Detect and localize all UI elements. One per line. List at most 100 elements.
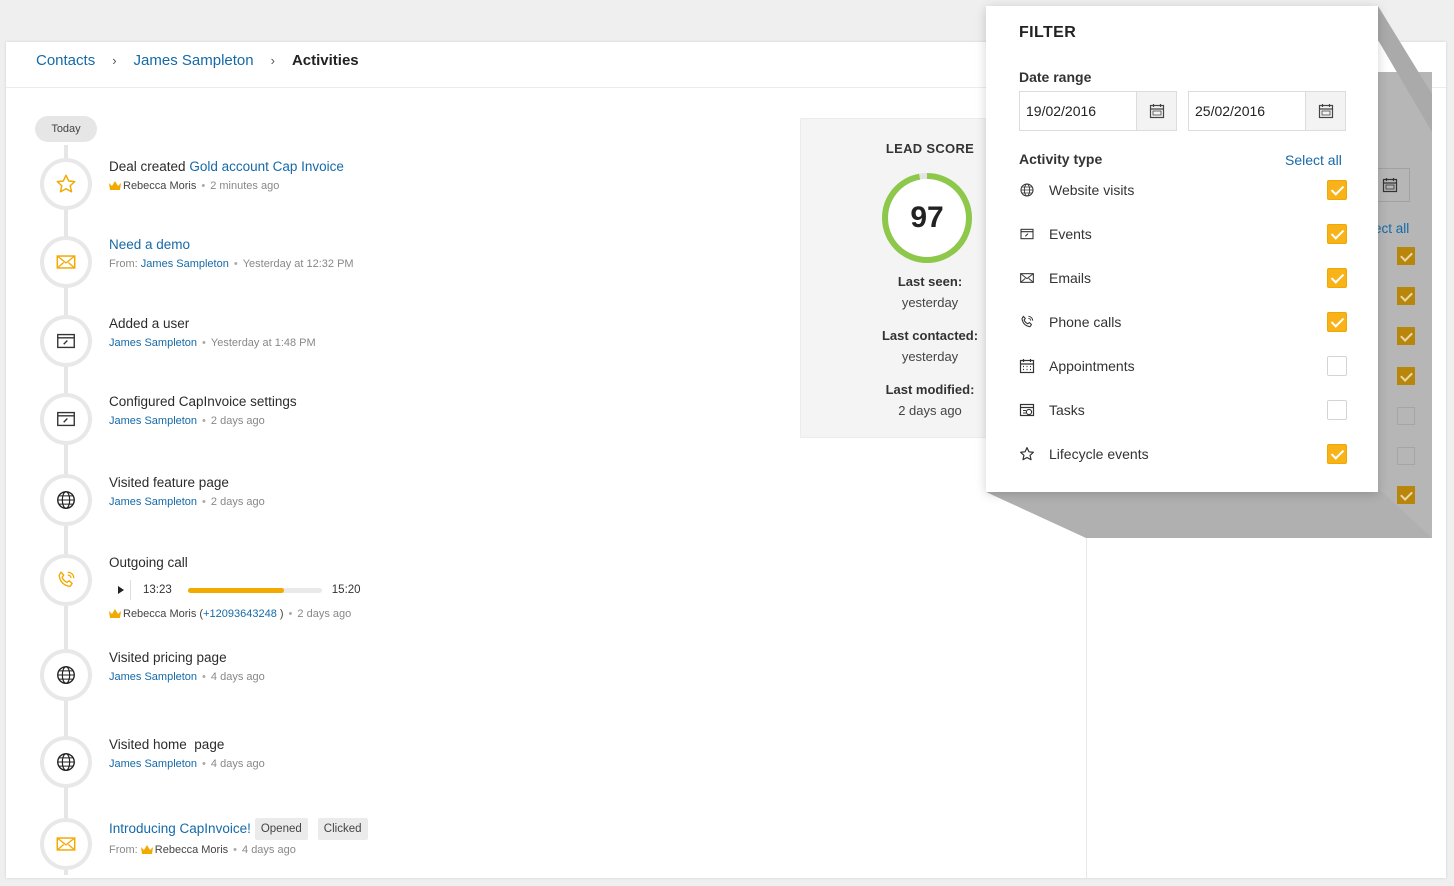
filter-title: FILTER	[1019, 24, 1077, 41]
phone-icon	[1019, 314, 1035, 330]
activity-time: 2 days ago	[210, 415, 265, 427]
activity-time: Yesterday at 12:32 PM	[242, 258, 354, 270]
filter-checkbox[interactable]	[1327, 268, 1347, 288]
activity-owner[interactable]: James Sampleton	[109, 415, 197, 427]
calendar-icon	[1318, 104, 1333, 119]
globe-icon	[40, 474, 92, 526]
activity-title: Configured CapInvoice settings	[109, 394, 297, 409]
email-subject-link[interactable]: Introducing CapInvoice!	[109, 821, 251, 836]
call-duration: 15:20	[331, 584, 361, 596]
lead-score-value: 97	[910, 201, 944, 234]
activity-time: 4 days ago	[242, 844, 296, 856]
filter-checkbox[interactable]	[1327, 356, 1347, 376]
date-from-field	[1019, 91, 1177, 131]
calendar-icon	[1019, 358, 1035, 374]
envelope-icon	[40, 236, 92, 288]
date-to-calendar-button[interactable]	[1305, 92, 1345, 130]
breadcrumb-current: Activities	[291, 51, 359, 69]
call-elapsed: 13:23	[143, 584, 172, 596]
ghost-checkbox	[1397, 367, 1415, 385]
activity-owner[interactable]: Rebecca Moris	[155, 844, 228, 856]
filter-row-tasks[interactable]: Tasks	[1019, 398, 1347, 422]
filter-row-phone-calls[interactable]: Phone calls	[1019, 310, 1347, 334]
filter-label: Emails	[1049, 270, 1092, 286]
event-icon	[40, 315, 92, 367]
activity-time: 4 days ago	[210, 671, 265, 683]
call-player: 13:23 15:20	[111, 580, 809, 600]
date-range-label: Date range	[1019, 69, 1092, 85]
activity-owner[interactable]: James Sampleton	[109, 337, 197, 349]
from-label: From:	[109, 258, 138, 270]
call-progress-fill	[187, 587, 285, 593]
play-button[interactable]	[111, 580, 131, 600]
filter-label: Website visits	[1049, 182, 1135, 198]
filter-checkbox[interactable]	[1327, 224, 1347, 244]
event-icon	[1019, 226, 1035, 242]
activity-owner[interactable]: James Sampleton	[109, 758, 197, 770]
filter-row-events[interactable]: Events	[1019, 222, 1347, 246]
call-progress-bar[interactable]	[187, 587, 322, 593]
filter-row-website-visits[interactable]: Website visits	[1019, 178, 1347, 202]
event-icon	[40, 393, 92, 445]
meta-dot: •	[233, 844, 238, 856]
filter-label: Lifecycle events	[1049, 446, 1149, 462]
meta-dot: •	[288, 608, 293, 620]
calendar-icon	[1149, 104, 1164, 119]
crown-icon	[109, 607, 121, 623]
phone-number-link[interactable]: +12093643248	[203, 608, 277, 620]
activity-time: 2 days ago	[210, 496, 265, 508]
phone-icon	[40, 554, 92, 606]
email-subject-link[interactable]: Need a demo	[109, 237, 190, 252]
date-from-calendar-button[interactable]	[1136, 92, 1176, 130]
filter-row-lifecycle-events[interactable]: Lifecycle events	[1019, 442, 1347, 466]
ghost-checkbox	[1397, 447, 1415, 465]
activity-owner[interactable]: Rebecca Moris	[123, 608, 196, 620]
filter-checkbox[interactable]	[1327, 180, 1347, 200]
filter-checkbox[interactable]	[1327, 400, 1347, 420]
from-label: From:	[109, 844, 138, 856]
activity-time: Yesterday at 1:48 PM	[210, 337, 316, 349]
activity-title: Visited pricing page	[109, 650, 227, 665]
filter-checkbox[interactable]	[1327, 444, 1347, 464]
activity-owner[interactable]: Rebecca Moris	[123, 180, 196, 192]
opened-tag: Opened	[254, 818, 308, 840]
crown-icon	[109, 179, 121, 195]
filter-row-appointments[interactable]: Appointments	[1019, 354, 1347, 378]
globe-icon	[40, 736, 92, 788]
meta-dot: •	[202, 337, 206, 349]
activity-title: Outgoing call	[109, 555, 188, 570]
activity-owner[interactable]: James Sampleton	[109, 496, 197, 508]
envelope-icon	[40, 818, 92, 870]
ghost-select-all: ect all	[1374, 221, 1410, 236]
meta-dot: •	[201, 180, 206, 192]
select-all-link[interactable]: Select all	[1285, 152, 1342, 168]
filter-label: Tasks	[1049, 402, 1085, 418]
globe-icon	[1019, 182, 1035, 198]
breadcrumb-separator: ›	[270, 52, 275, 68]
meta-dot: •	[202, 496, 206, 508]
play-icon	[117, 586, 124, 594]
breadcrumb-person[interactable]: James Sampleton	[134, 52, 254, 69]
filter-checkbox[interactable]	[1327, 312, 1347, 332]
breadcrumb-contacts[interactable]: Contacts	[36, 52, 95, 69]
activity-title: Visited feature page	[109, 475, 229, 490]
date-to-input[interactable]	[1189, 92, 1305, 130]
activity-owner[interactable]: James Sampleton	[109, 671, 197, 683]
filter-label: Events	[1049, 226, 1092, 242]
activity-time: 2 minutes ago	[210, 180, 280, 192]
meta-dot: •	[202, 758, 206, 770]
meta-dot: •	[233, 258, 238, 270]
deal-link[interactable]: Gold account Cap Invoice	[189, 159, 344, 174]
activity-title: Deal created	[109, 159, 186, 174]
filter-row-emails[interactable]: Emails	[1019, 266, 1347, 290]
activity-type-label: Activity type	[1019, 151, 1103, 167]
breadcrumb: Contacts › James Sampleton › Activities	[36, 42, 359, 78]
date-from-input[interactable]	[1020, 92, 1136, 130]
filter-popup: FILTER Date range Activity type Select a…	[986, 6, 1378, 492]
activity-owner[interactable]: James Sampleton	[141, 258, 229, 270]
ghost-checkbox	[1397, 486, 1415, 504]
breadcrumb-separator: ›	[112, 52, 117, 68]
tasks-icon	[1019, 402, 1035, 418]
today-pill: Today	[35, 116, 97, 142]
globe-icon	[40, 649, 92, 701]
